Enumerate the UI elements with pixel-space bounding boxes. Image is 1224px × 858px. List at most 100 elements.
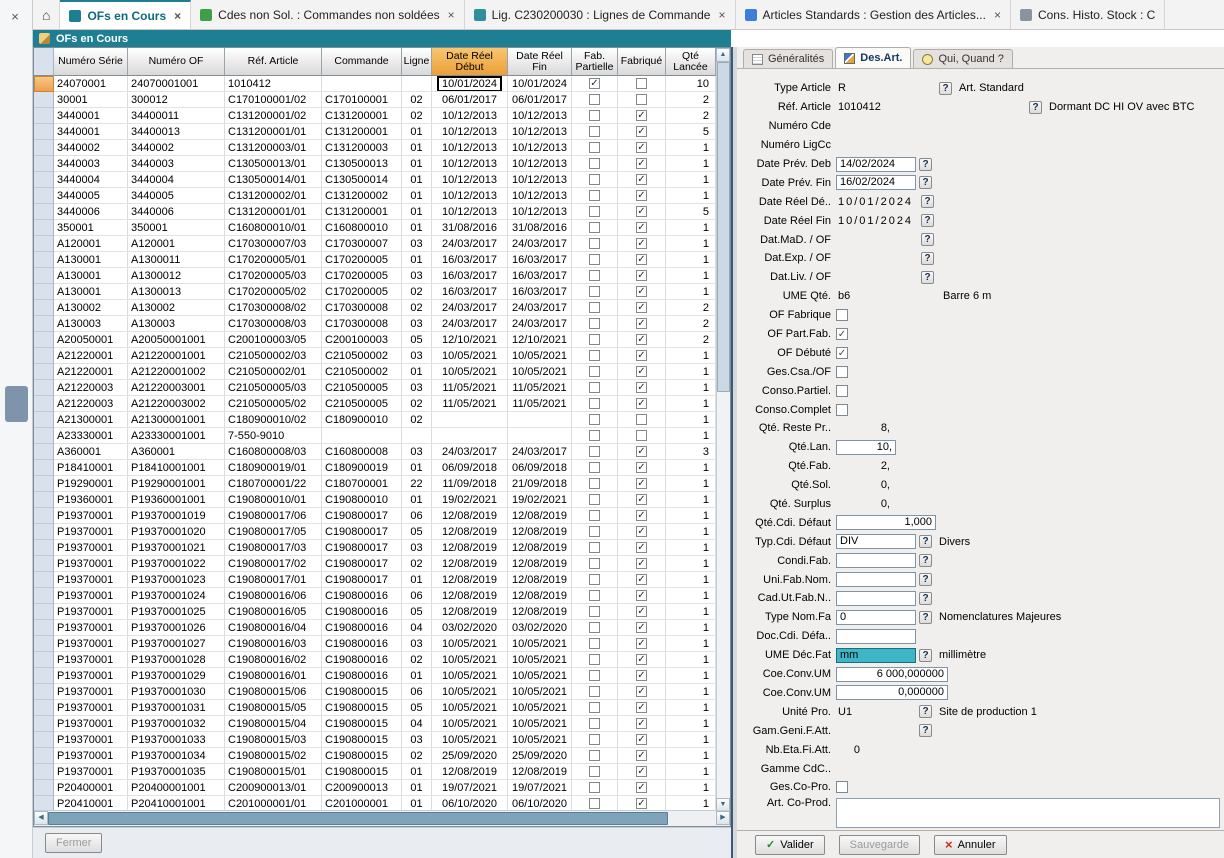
tab-home[interactable]: ⌂	[33, 0, 60, 29]
cell[interactable]: C210500005/02	[225, 396, 322, 412]
cell[interactable]: 10/05/2021	[432, 348, 508, 364]
row-selector[interactable]	[34, 684, 54, 700]
table-row[interactable]: P19370001P19370001032C190800015/04C19080…	[34, 716, 716, 732]
cell[interactable]: 3440001	[54, 108, 128, 124]
tab-close-icon[interactable]: ×	[718, 8, 725, 22]
cell[interactable]: A120001	[128, 236, 225, 252]
checked-checkbox-icon[interactable]: ✓	[636, 238, 647, 249]
cell[interactable]: C200900013	[322, 780, 402, 796]
fabrique-checkbox-cell[interactable]	[618, 76, 666, 92]
table-row[interactable]: P19370001P19370001027C190800016/03C19080…	[34, 636, 716, 652]
fabrique-checkbox-cell[interactable]: ✓	[618, 556, 666, 572]
cell[interactable]: P19370001025	[128, 604, 225, 620]
cell[interactable]: 02	[402, 92, 432, 108]
scroll-up-icon[interactable]: ▲	[716, 48, 730, 62]
cell[interactable]: P19370001	[54, 684, 128, 700]
checked-checkbox-icon[interactable]: ✓	[636, 606, 647, 617]
row-selector[interactable]	[34, 764, 54, 780]
unchecked-checkbox-icon[interactable]	[589, 190, 600, 201]
fabrique-checkbox-cell[interactable]: ✓	[618, 508, 666, 524]
cell[interactable]: 03	[402, 348, 432, 364]
cell[interactable]: C170200005	[322, 268, 402, 284]
fabrique-checkbox-cell[interactable]: ✓	[618, 284, 666, 300]
cell[interactable]: C190800015/04	[225, 716, 322, 732]
cell[interactable]: 10/12/2013	[508, 108, 572, 124]
cell[interactable]: 01	[402, 780, 432, 796]
cell[interactable]: 22	[402, 476, 432, 492]
table-row[interactable]: P19290001P19290001001C180700001/22C18070…	[34, 476, 716, 492]
cell[interactable]: 10/05/2021	[508, 716, 572, 732]
cell[interactable]: C180900010	[322, 412, 402, 428]
cell[interactable]: P19360001001	[128, 492, 225, 508]
unchecked-checkbox-icon[interactable]	[589, 174, 600, 185]
cell[interactable]: C190800016	[322, 620, 402, 636]
cell[interactable]: 16/03/2017	[432, 284, 508, 300]
fab-partielle-checkbox-cell[interactable]	[572, 412, 618, 428]
cell[interactable]: P19370001	[54, 748, 128, 764]
cell[interactable]: 06	[402, 588, 432, 604]
cell[interactable]: C210500002	[322, 364, 402, 380]
cell[interactable]: 3440005	[54, 188, 128, 204]
fab-partielle-checkbox-cell[interactable]	[572, 524, 618, 540]
cell[interactable]: A21220003	[54, 380, 128, 396]
table-row[interactable]: 30001300012C170100001/02C1701000010206/0…	[34, 92, 716, 108]
checked-checkbox-icon[interactable]: ✓	[636, 798, 647, 809]
cell[interactable]: C200900013/01	[225, 780, 322, 796]
cell[interactable]: 10/05/2021	[508, 700, 572, 716]
unchecked-checkbox-icon[interactable]	[589, 734, 600, 745]
co-prod-textarea[interactable]	[836, 798, 1220, 828]
cell[interactable]: 05	[402, 524, 432, 540]
column-header[interactable]: Date Réel Début	[432, 48, 508, 76]
cell[interactable]: C131200003/01	[225, 140, 322, 156]
unchecked-checkbox-icon[interactable]	[589, 366, 600, 377]
table-row[interactable]: P20400001P20400001001C200900013/01C20090…	[34, 780, 716, 796]
unchecked-checkbox-icon[interactable]	[589, 286, 600, 297]
help-button[interactable]: ?	[919, 724, 932, 737]
cell[interactable]: A1300011	[128, 252, 225, 268]
field-value[interactable]: 6 000,000000	[836, 667, 948, 682]
cell[interactable]: P19370001031	[128, 700, 225, 716]
fabrique-checkbox-cell[interactable]: ✓	[618, 444, 666, 460]
checked-checkbox-icon[interactable]: ✓	[636, 478, 647, 489]
cell[interactable]: 12/10/2021	[508, 332, 572, 348]
cell[interactable]: C131200001/01	[225, 204, 322, 220]
table-row[interactable]: 34400023440002C131200003/01C131200003011…	[34, 140, 716, 156]
cell[interactable]: C210500005/03	[225, 380, 322, 396]
table-row[interactable]: P19370001P19370001028C190800016/02C19080…	[34, 652, 716, 668]
cell[interactable]: 01	[402, 364, 432, 380]
fabrique-checkbox-cell[interactable]	[618, 428, 666, 444]
cell[interactable]: P19370001024	[128, 588, 225, 604]
fabrique-checkbox-cell[interactable]: ✓	[618, 108, 666, 124]
fabrique-checkbox-cell[interactable]: ✓	[618, 220, 666, 236]
table-row[interactable]: A130001A1300013C170200005/02C17020000502…	[34, 284, 716, 300]
cell[interactable]: 10/05/2021	[432, 700, 508, 716]
fab-partielle-checkbox-cell[interactable]	[572, 332, 618, 348]
cell[interactable]: 02	[402, 748, 432, 764]
cell[interactable]: 10/05/2021	[432, 636, 508, 652]
cell[interactable]: 02	[402, 412, 432, 428]
cell[interactable]: C190800016	[322, 588, 402, 604]
checked-checkbox-icon[interactable]: ✓	[636, 462, 647, 473]
checked-checkbox-icon[interactable]: ✓	[836, 328, 848, 340]
cell[interactable]: 1	[666, 588, 716, 604]
cell[interactable]: A130001	[54, 252, 128, 268]
row-selector[interactable]	[34, 572, 54, 588]
table-row[interactable]: 34400053440005C131200002/01C131200002011…	[34, 188, 716, 204]
checked-checkbox-icon[interactable]: ✓	[636, 286, 647, 297]
cell[interactable]: 1	[666, 364, 716, 380]
unchecked-checkbox-icon[interactable]	[589, 574, 600, 585]
unchecked-checkbox-icon[interactable]	[589, 158, 600, 169]
cell[interactable]: 01	[402, 764, 432, 780]
cell[interactable]: 04	[402, 716, 432, 732]
cell[interactable]: 10/05/2021	[508, 732, 572, 748]
cell[interactable]: 34400011	[128, 108, 225, 124]
cell[interactable]: 05	[402, 332, 432, 348]
checked-checkbox-icon[interactable]: ✓	[636, 206, 647, 217]
cell[interactable]: 10/05/2021	[432, 668, 508, 684]
cell[interactable]: 34400013	[128, 124, 225, 140]
cell[interactable]: A130002	[128, 300, 225, 316]
fermer-button[interactable]: Fermer	[45, 833, 102, 853]
cell[interactable]: 24070001001	[128, 76, 225, 92]
cell[interactable]: 02	[402, 556, 432, 572]
annuler-button[interactable]: × Annuler	[934, 835, 1007, 855]
